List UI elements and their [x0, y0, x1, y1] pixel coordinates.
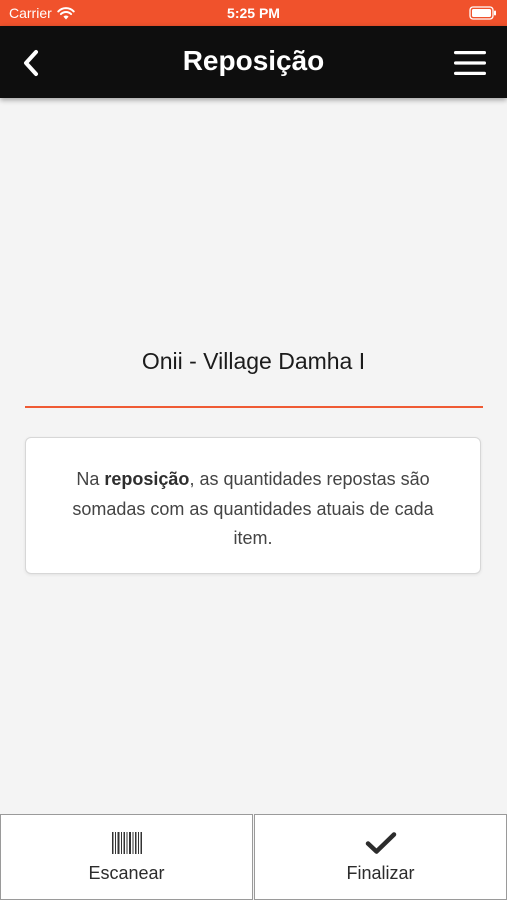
status-bar: Carrier 5:25 PM: [0, 0, 507, 26]
info-card: Na reposição, as quantidades repostas sã…: [25, 437, 481, 574]
barcode-icon: [111, 831, 143, 860]
info-text-prefix: Na: [76, 469, 105, 489]
menu-button[interactable]: [453, 49, 487, 77]
scan-button-label: Escanear: [88, 863, 165, 883]
bottom-action-bar: Escanear Finalizar: [0, 814, 507, 900]
checkmark-icon: [365, 831, 397, 860]
store-name: Onii - Village Damha I: [141, 348, 366, 374]
page-title: Reposição: [182, 45, 325, 76]
scan-button[interactable]: Escanear: [0, 814, 253, 900]
battery-icon: [469, 6, 497, 23]
finish-button-label: Finalizar: [346, 863, 415, 883]
info-text-bold: reposição: [104, 469, 190, 489]
accent-divider: [25, 406, 483, 408]
finish-button[interactable]: Finalizar: [254, 814, 507, 900]
navigation-bar: Reposição: [0, 26, 507, 98]
status-time: 5:25 PM: [227, 5, 280, 21]
hamburger-menu-icon: [454, 51, 486, 75]
